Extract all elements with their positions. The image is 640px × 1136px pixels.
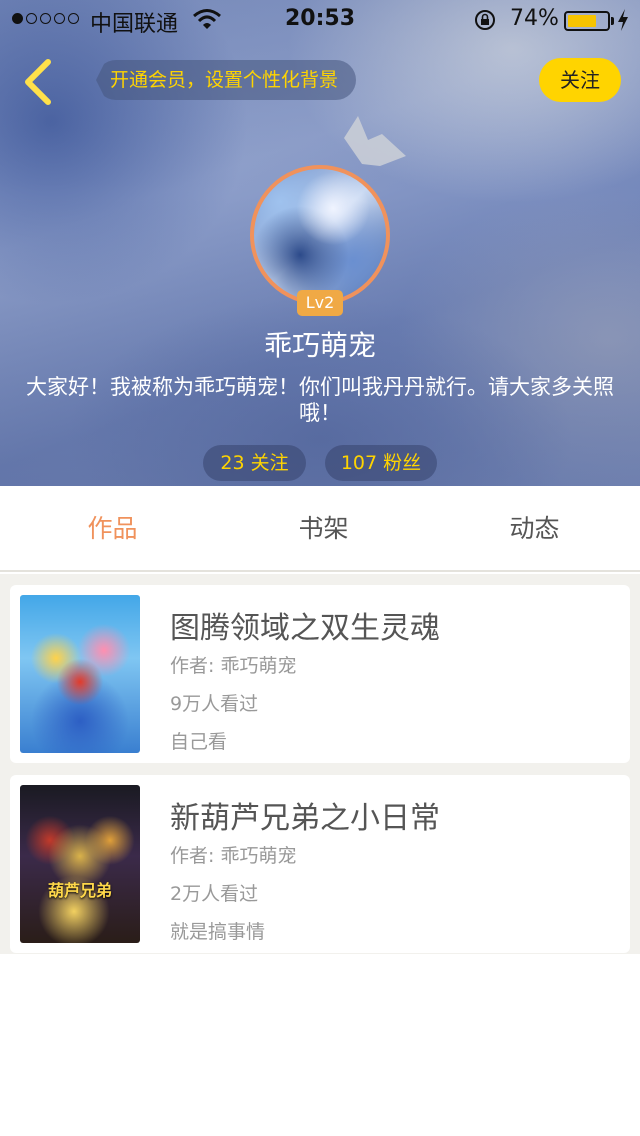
battery-icon	[564, 11, 610, 31]
cover-title-text: 葫芦兄弟	[47, 881, 112, 900]
tab-bookshelf[interactable]: 书架	[217, 486, 430, 572]
comic-description: 自己看	[170, 731, 228, 753]
comic-title: 图腾领域之双生灵魂	[170, 611, 440, 646]
following-count[interactable]: 23 关注	[203, 445, 306, 481]
list-item[interactable]: 葫芦兄弟 新葫芦兄弟之小日常 作者: 乖巧萌宠 2万人看过 就是搞事情	[10, 775, 630, 953]
battery-tip	[611, 17, 614, 25]
charging-bolt-icon	[618, 9, 628, 31]
comic-cover[interactable]: 葫芦兄弟	[20, 785, 140, 943]
avatar[interactable]	[250, 165, 390, 305]
level-badge: Lv2	[297, 290, 343, 316]
vip-background-prompt[interactable]: 开通会员，设置个性化背景	[96, 60, 357, 100]
rotation-lock-icon	[475, 10, 495, 30]
tab-works[interactable]: 作品	[6, 486, 219, 572]
profile-header: 中国联通 20:53 74% 开通会员，设置个性化背景 关注 Lv2 乖巧萌宠	[0, 0, 640, 486]
nickname: 乖巧萌宠	[263, 329, 376, 362]
crown-icon	[344, 116, 406, 166]
list-item[interactable]: 图腾领域之双生灵魂 作者: 乖巧萌宠 9万人看过 自己看	[10, 585, 630, 763]
profile-tabs: 作品 书架 动态	[0, 486, 640, 572]
comic-author: 作者: 乖巧萌宠	[170, 655, 297, 677]
comic-views: 9万人看过	[170, 693, 259, 715]
comic-cover[interactable]	[20, 595, 140, 753]
comic-title: 新葫芦兄弟之小日常	[170, 801, 440, 836]
comic-views: 2万人看过	[170, 883, 259, 905]
comic-description: 就是搞事情	[170, 921, 266, 943]
battery-percentage: 74%	[510, 6, 559, 31]
back-button[interactable]	[18, 56, 58, 108]
comic-author: 作者: 乖巧萌宠	[170, 845, 297, 867]
follow-button[interactable]: 关注	[539, 58, 621, 102]
tab-activity[interactable]: 动态	[428, 486, 640, 572]
bio-text: 大家好！我被称为乖巧萌宠！你们叫我丹丹就行。请大家多关照哦！	[26, 375, 614, 425]
fans-count[interactable]: 107 粉丝	[325, 445, 437, 481]
status-bar: 中国联通 20:53 74%	[0, 0, 640, 40]
